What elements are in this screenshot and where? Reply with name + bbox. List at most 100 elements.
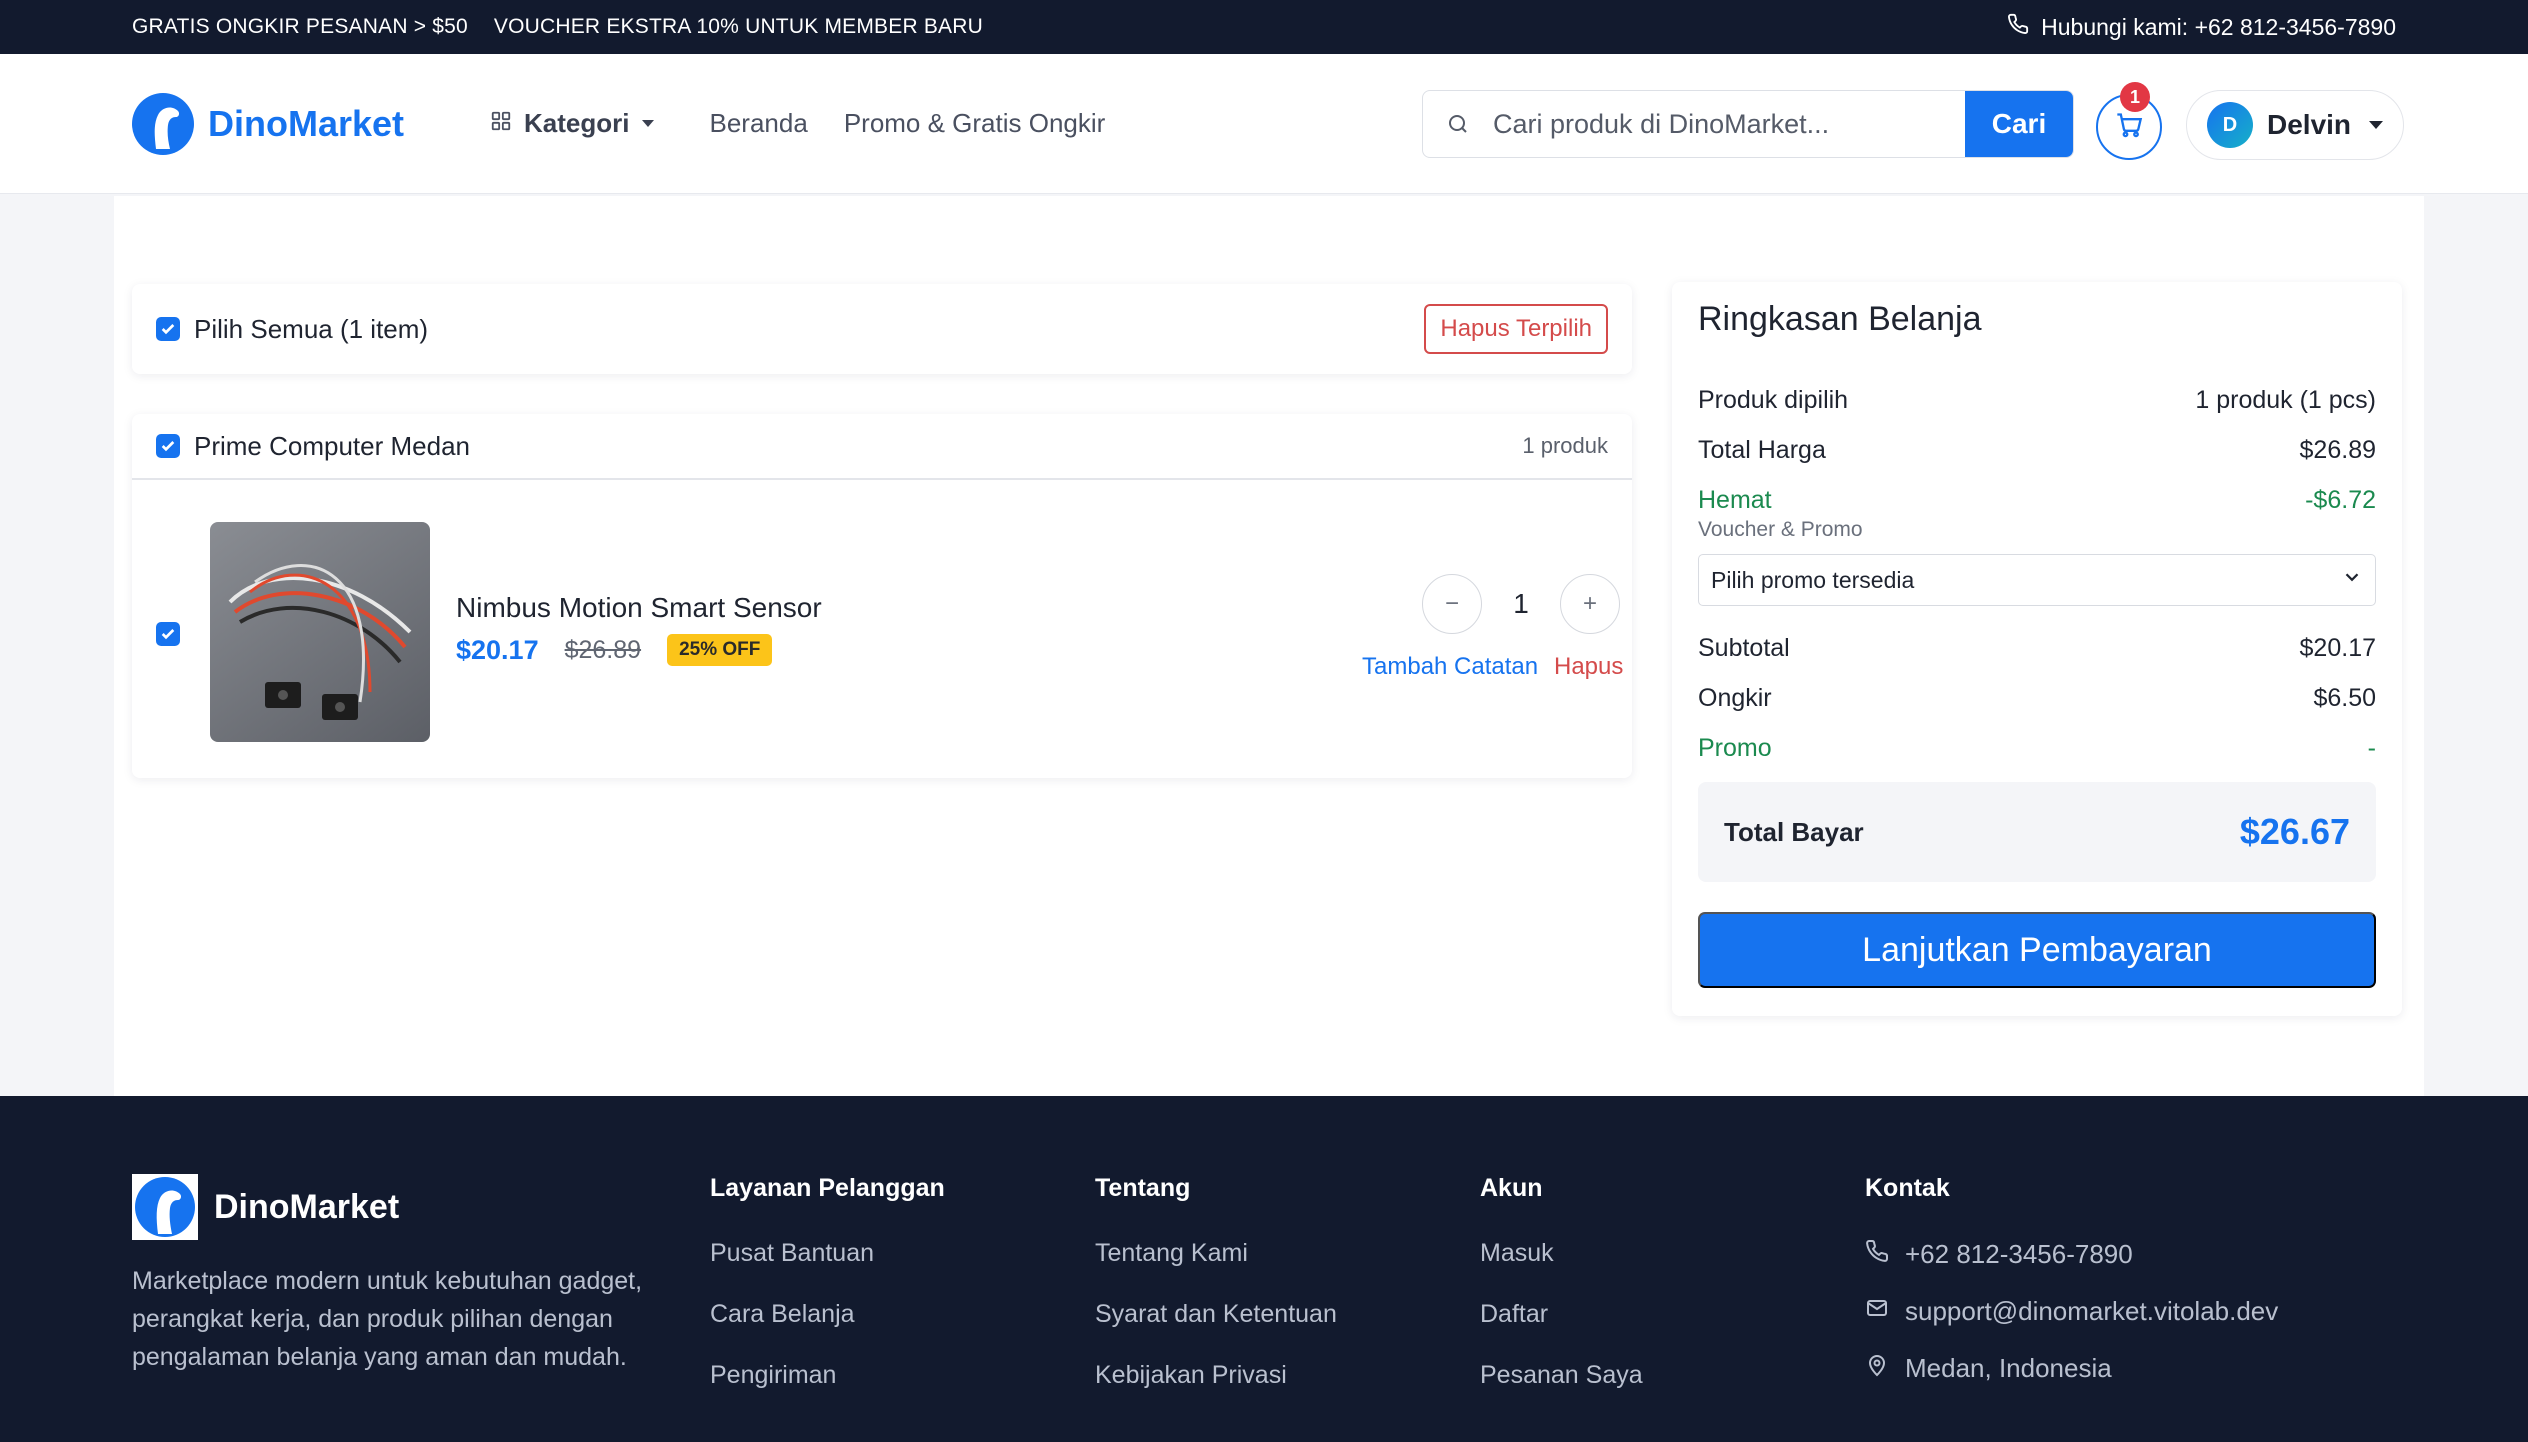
product-image[interactable] — [210, 522, 430, 742]
nav-beranda[interactable]: Beranda — [710, 108, 808, 139]
plus-icon: + — [1582, 590, 1597, 617]
summary-row: Ongkir $6.50 — [1698, 684, 2376, 713]
delete-selected-button[interactable]: Hapus Terpilih — [1424, 304, 1608, 354]
footer-link[interactable]: Masuk — [1480, 1239, 1643, 1268]
summary-title: Ringkasan Belanja — [1698, 300, 1982, 338]
product-original-price: $26.89 — [564, 635, 642, 664]
footer-column-title: Kontak — [1865, 1174, 1950, 1202]
map-pin-icon — [1865, 1353, 1889, 1384]
summary-row-value: $20.17 — [2299, 634, 2376, 662]
footer-link[interactable]: Tentang Kami — [1095, 1239, 1337, 1268]
footer-column-layanan: Layanan Pelanggan Pusat Bantuan Cara Bel… — [710, 1174, 945, 1422]
delete-item-link[interactable]: Hapus — [1554, 653, 1623, 681]
summary-row-label: Ongkir — [1698, 684, 1772, 712]
product-price: $20.17 — [456, 634, 539, 665]
phone-icon — [1865, 1239, 1889, 1270]
footer-link[interactable]: Pesanan Saya — [1480, 1361, 1643, 1390]
summary-row: Produk dipilih 1 produk (1 pcs) — [1698, 386, 2376, 415]
footer-column-title: Tentang — [1095, 1174, 1191, 1202]
checkout-button[interactable]: Lanjutkan Pembayaran — [1698, 912, 2376, 988]
search-input[interactable] — [1493, 108, 1965, 140]
footer-contact-email[interactable]: support@dinomarket.vitolab.dev — [1865, 1296, 2278, 1327]
footer-link[interactable]: Pusat Bantuan — [710, 1239, 945, 1268]
topbar-contact-text: Hubungi kami: +62 812-3456-7890 — [2041, 13, 2396, 40]
select-all-bar: Pilih Semua (1 item) Hapus Terpilih — [132, 284, 1632, 374]
nav-kategori-dropdown[interactable]: Kategori — [490, 108, 654, 139]
footer-column-tentang: Tentang Tentang Kami Syarat dan Ketentua… — [1095, 1174, 1337, 1422]
increase-qty-button[interactable]: + — [1560, 574, 1620, 634]
footer-link[interactable]: Daftar — [1480, 1300, 1643, 1329]
phone-icon — [2007, 13, 2029, 41]
product-price-row: $20.17 $26.89 25% OFF — [456, 634, 773, 666]
site-footer: DinoMarket Marketplace modern untuk kebu… — [0, 1096, 2528, 1442]
footer-brand[interactable]: DinoMarket — [132, 1174, 399, 1240]
footer-brand-name: DinoMarket — [214, 1187, 400, 1226]
main-nav: Kategori Beranda Promo & Gratis Ongkir — [490, 108, 1105, 139]
promo-member-voucher: VOUCHER EKSTRA 10% UNTUK MEMBER BARU — [493, 15, 983, 38]
store-checkbox[interactable] — [156, 434, 180, 458]
summary-row-value: -$6.72 — [2305, 486, 2376, 514]
footer-link[interactable]: Kebijakan Privasi — [1095, 1361, 1337, 1390]
item-checkbox[interactable] — [156, 622, 180, 646]
search-bar: Cari — [1422, 90, 2074, 158]
search-icon — [1423, 112, 1493, 136]
voucher-select-value: Pilih promo tersedia — [1711, 566, 1915, 593]
footer-link[interactable]: Syarat dan Ketentuan — [1095, 1300, 1337, 1329]
search-button[interactable]: Cari — [1965, 91, 2073, 157]
decrease-qty-button[interactable]: − — [1422, 574, 1482, 634]
total-value: $26.67 — [2239, 811, 2350, 852]
announcement-bar: GRATIS ONGKIR PESANAN > $50 VOUCHER EKST… — [0, 0, 2528, 54]
footer-link[interactable]: Pengiriman — [710, 1361, 945, 1390]
quantity-value[interactable]: 1 — [1482, 588, 1560, 620]
user-name: Delvin — [2267, 109, 2352, 140]
promo-free-shipping: GRATIS ONGKIR PESANAN > $50 — [132, 15, 468, 38]
avatar: D — [2207, 102, 2253, 148]
add-note-link[interactable]: Tambah Catatan — [1362, 653, 1538, 681]
summary-row-label: Subtotal — [1698, 634, 1790, 662]
discount-badge: 25% OFF — [667, 634, 773, 666]
footer-contact-phone[interactable]: +62 812-3456-7890 — [1865, 1239, 2278, 1270]
summary-row: Subtotal $20.17 — [1698, 634, 2376, 663]
store-product-count: 1 produk — [1522, 433, 1608, 458]
summary-row-value: 1 produk (1 pcs) — [2195, 386, 2376, 414]
footer-column-akun: Akun Masuk Daftar Pesanan Saya — [1480, 1174, 1643, 1422]
nav-kategori-label: Kategori — [524, 108, 630, 138]
total-payment-box: Total Bayar $26.67 — [1698, 782, 2376, 882]
user-menu[interactable]: D Delvin — [2186, 90, 2404, 160]
footer-contact-location: Medan, Indonesia — [1865, 1353, 2278, 1384]
summary-row-label: Hemat — [1698, 486, 1772, 514]
footer-column-title: Akun — [1480, 1174, 1543, 1202]
total-label: Total Bayar — [1724, 816, 1864, 847]
site-header: DinoMarket Kategori Beranda Promo & Grat… — [0, 54, 2528, 194]
caret-down-icon — [2369, 121, 2383, 129]
footer-contact-email-text: support@dinomarket.vitolab.dev — [1905, 1296, 2279, 1326]
nav-promo[interactable]: Promo & Gratis Ongkir — [844, 108, 1106, 139]
dino-logo-icon — [132, 92, 194, 155]
summary-row-savings: Hemat -$6.72 — [1698, 486, 2376, 515]
chevron-down-icon — [2341, 566, 2363, 594]
caret-down-icon — [641, 120, 654, 127]
cart-page: Pilih Semua (1 item) Hapus Terpilih Prim… — [114, 196, 2424, 1096]
summary-row: Total Harga $26.89 — [1698, 436, 2376, 465]
dino-logo-icon — [132, 1174, 198, 1240]
select-all-label: Pilih Semua (1 item) — [194, 313, 429, 344]
brand-name: DinoMarket — [208, 102, 405, 144]
voucher-select[interactable]: Pilih promo tersedia — [1698, 554, 2376, 606]
brand-logo-link[interactable]: DinoMarket — [132, 92, 405, 155]
summary-row-value: - — [2367, 734, 2376, 762]
footer-link[interactable]: Cara Belanja — [710, 1300, 945, 1329]
footer-column-title: Layanan Pelanggan — [710, 1174, 945, 1202]
quantity-stepper: − 1 + — [1422, 574, 1620, 634]
minus-icon: − — [1444, 590, 1459, 617]
summary-row-label: Total Harga — [1698, 436, 1826, 464]
summary-row-value: $6.50 — [2313, 684, 2376, 712]
cart-button[interactable]: 1 — [2096, 82, 2162, 160]
mail-icon — [1865, 1296, 1889, 1327]
summary-row-label: Produk dipilih — [1698, 386, 1849, 414]
footer-column-kontak: Kontak +62 812-3456-7890 support@dinomar… — [1865, 1174, 2278, 1410]
select-all-checkbox[interactable] — [156, 317, 180, 341]
summary-row-promo: Promo - — [1698, 734, 2376, 763]
topbar-contact[interactable]: Hubungi kami: +62 812-3456-7890 — [2007, 13, 2396, 41]
footer-contact-location-text: Medan, Indonesia — [1905, 1353, 2112, 1383]
product-name[interactable]: Nimbus Motion Smart Sensor — [456, 592, 822, 624]
